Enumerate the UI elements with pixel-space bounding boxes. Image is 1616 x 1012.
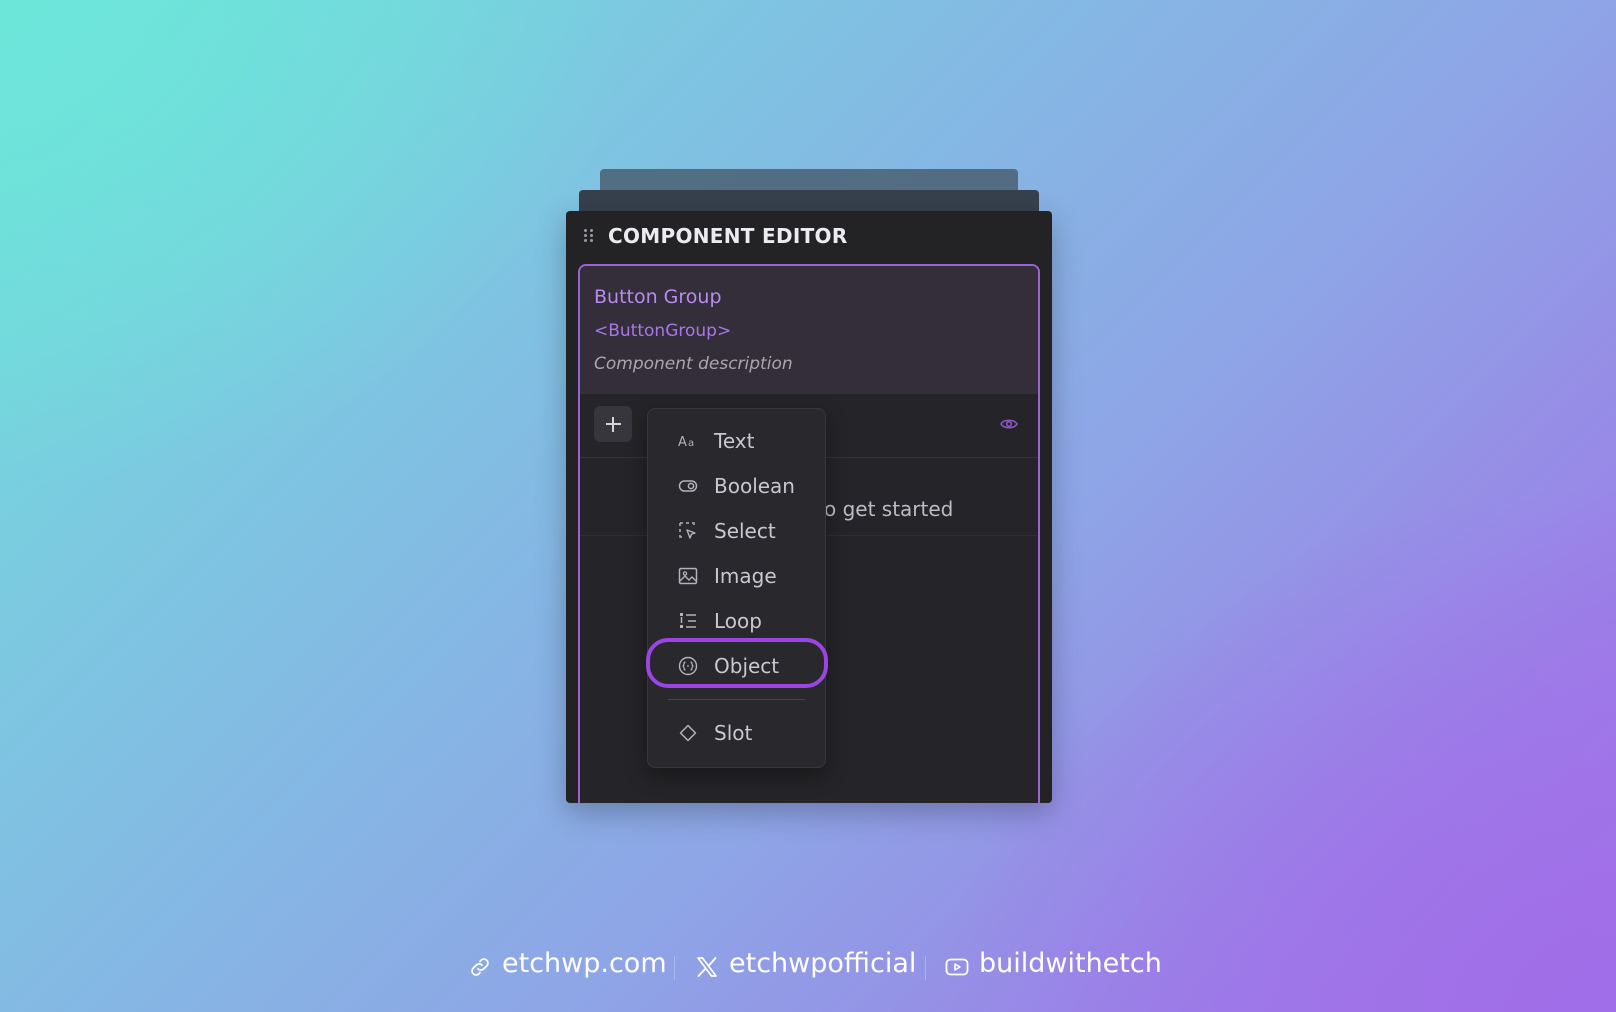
add-property-button[interactable] <box>594 406 632 442</box>
menu-item-label: Boolean <box>714 474 795 498</box>
panel-header: COMPONENT EDITOR <box>566 211 1052 259</box>
empty-state-message: o get started <box>824 497 954 521</box>
footer-separator <box>925 956 926 980</box>
text-type-icon: A a <box>678 435 694 450</box>
svg-text:a: a <box>688 438 694 449</box>
menu-item-label: Select <box>714 519 776 543</box>
drag-handle-icon[interactable] <box>584 229 594 243</box>
footer-separator <box>674 956 675 980</box>
panel-title: COMPONENT EDITOR <box>608 224 848 248</box>
website-label: etchwp.com <box>502 948 667 979</box>
svg-text:A: A <box>678 435 687 450</box>
select-cursor-icon <box>679 522 696 539</box>
menu-item-text[interactable]: A a Text <box>648 421 825 461</box>
menu-item-label: Text <box>714 429 755 453</box>
link-icon <box>471 958 489 976</box>
menu-item-slot[interactable]: Slot <box>648 713 825 753</box>
menu-item-label: Image <box>714 564 777 588</box>
menu-item-label: Slot <box>714 721 753 745</box>
list-loop-icon <box>680 613 696 628</box>
page-background: { "editor": { "title": "COMPONENT EDITOR… <box>0 0 1616 1012</box>
component-info[interactable]: Button Group <ButtonGroup> Component des… <box>580 266 1038 394</box>
youtube-label: buildwithetch <box>979 948 1162 979</box>
menu-item-boolean[interactable]: Boolean <box>648 466 825 506</box>
youtube-icon <box>945 958 969 976</box>
menu-item-loop[interactable]: Loop <box>648 601 825 641</box>
eye-icon[interactable] <box>1000 418 1018 430</box>
menu-item-image[interactable]: Image <box>648 556 825 596</box>
component-tag: <ButtonGroup> <box>594 321 732 341</box>
toggle-icon <box>678 480 698 492</box>
object-highlight-ring <box>646 638 828 688</box>
component-description[interactable]: Component description <box>594 354 793 374</box>
menu-item-label: Loop <box>714 609 762 633</box>
footer-links: etchwp.com etchwpofficial buildwithetch <box>0 946 1616 986</box>
component-name[interactable]: Button Group <box>594 286 722 308</box>
property-type-menu: A a Text Boolean Select Image Loop Objec… <box>647 408 826 768</box>
diamond-icon <box>679 724 697 742</box>
image-icon <box>678 567 698 585</box>
menu-divider <box>668 699 805 700</box>
x-logo-icon <box>697 957 717 977</box>
x-handle-label: etchwpofficial <box>729 948 917 979</box>
menu-item-select[interactable]: Select <box>648 511 825 551</box>
